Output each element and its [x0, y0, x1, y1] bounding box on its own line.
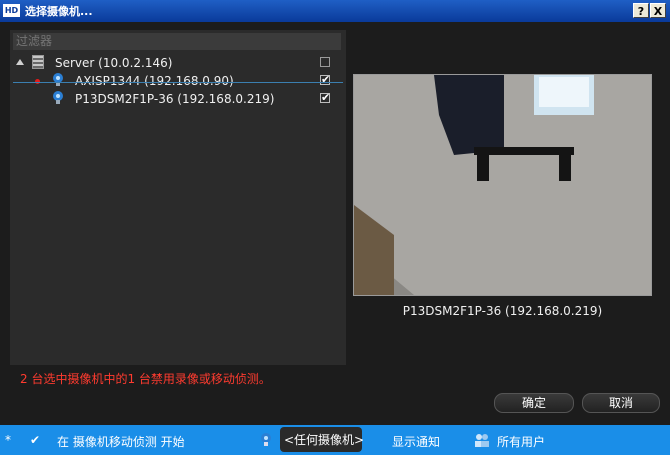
- camera-selector-label: <任何摄像机>: [284, 433, 365, 447]
- server-label: Server (10.0.2.146): [55, 56, 173, 70]
- cancel-button[interactable]: 取消: [582, 393, 660, 413]
- status-bar: * ✔ 在 摄像机移动侦测 开始 <任何摄像机> 显示通知 所有用户: [0, 425, 670, 455]
- camera-checkbox[interactable]: ✔: [320, 74, 330, 85]
- camera-icon: [53, 73, 63, 86]
- camera-checkbox[interactable]: ✔: [320, 92, 330, 103]
- selection-underline: [13, 82, 343, 83]
- expand-triangle-icon[interactable]: [16, 59, 24, 65]
- tree-camera-row[interactable]: AXISP1344 (192.168.0.90) ✔: [10, 72, 346, 90]
- preview-caption: P13DSM2F1P-36 (192.168.0.219): [402, 304, 603, 318]
- camera-tree-panel: Server (10.0.2.146) AXISP1344 (192.168.0…: [10, 30, 346, 365]
- help-button[interactable]: ?: [633, 3, 649, 18]
- show-notification-link[interactable]: 显示通知: [392, 433, 440, 450]
- users-icon: [475, 434, 489, 447]
- title-bar: HD 选择摄像机... ? X: [0, 0, 670, 22]
- camera-selector[interactable]: <任何摄像机>: [280, 427, 365, 452]
- camera-icon: [53, 91, 63, 104]
- warning-message: 2 台选中摄像机中的1 台禁用录像或移动侦测。: [20, 372, 271, 386]
- dialog-body: Server (10.0.2.146) AXISP1344 (192.168.0…: [0, 22, 670, 425]
- app-logo-icon: HD: [3, 4, 20, 17]
- server-checkbox[interactable]: [320, 57, 330, 67]
- tree-camera-row[interactable]: P13DSM2F1P-36 (192.168.0.219) ✔: [10, 90, 346, 108]
- camera-icon: [261, 433, 271, 446]
- filter-input[interactable]: [13, 33, 341, 50]
- camera-label: P13DSM2F1P-36 (192.168.0.219): [75, 92, 275, 106]
- server-icon: [32, 55, 44, 69]
- camera-label: AXISP1344 (192.168.0.90): [75, 74, 234, 88]
- star-marker: *: [5, 433, 11, 447]
- event-checkbox[interactable]: ✔: [30, 433, 40, 447]
- tree-server-row[interactable]: Server (10.0.2.146): [10, 54, 346, 72]
- preview-image: [354, 75, 651, 295]
- event-rule-text[interactable]: 在 摄像机移动侦测 开始: [57, 433, 185, 450]
- all-users-link[interactable]: 所有用户: [497, 433, 545, 450]
- camera-preview: [353, 74, 652, 296]
- close-button[interactable]: X: [650, 3, 666, 18]
- window-title: 选择摄像机...: [25, 5, 93, 18]
- ok-button[interactable]: 确定: [494, 393, 574, 413]
